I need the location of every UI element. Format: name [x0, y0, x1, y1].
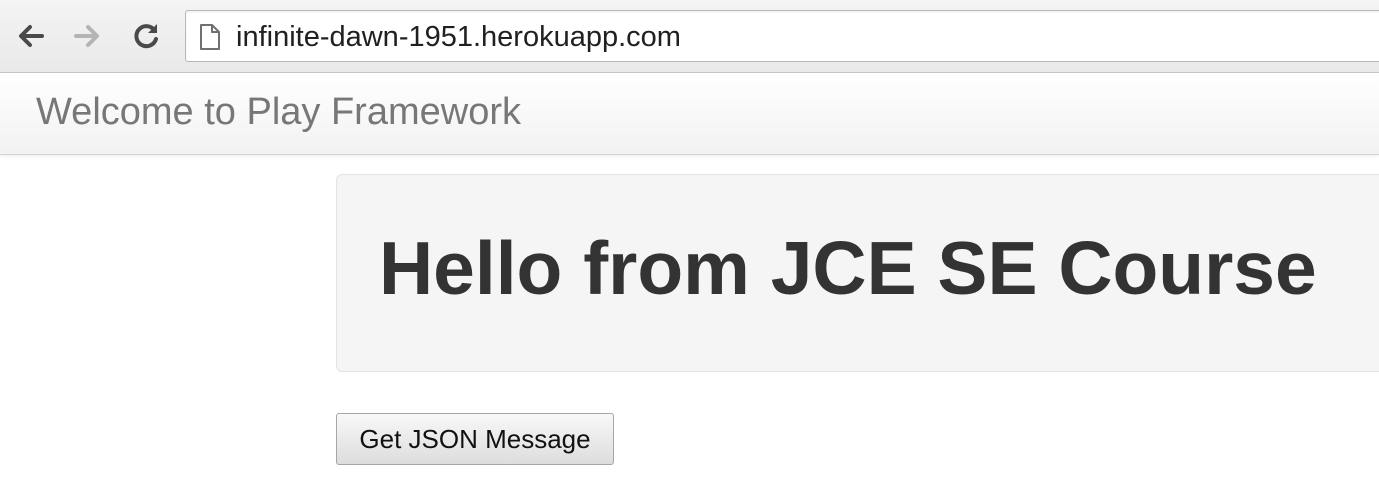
reload-button[interactable] [128, 18, 164, 54]
reload-icon [134, 24, 158, 49]
app-navbar: Welcome to Play Framework [0, 73, 1379, 155]
forward-arrow-icon [74, 25, 99, 47]
hero-title: Hello from JCE SE Course [379, 226, 1317, 310]
browser-toolbar: infinite-dawn-1951.herokuapp.com [0, 0, 1379, 73]
address-bar[interactable]: infinite-dawn-1951.herokuapp.com [185, 10, 1379, 62]
back-button[interactable] [12, 18, 48, 54]
forward-button[interactable] [70, 18, 106, 54]
url-text[interactable]: infinite-dawn-1951.herokuapp.com [236, 21, 681, 54]
page-icon [200, 24, 220, 50]
back-arrow-icon [19, 25, 44, 47]
get-json-message-button[interactable]: Get JSON Message [336, 413, 614, 465]
hero-jumbotron: Hello from JCE SE Course [336, 174, 1379, 372]
navbar-brand[interactable]: Welcome to Play Framework [36, 91, 521, 134]
